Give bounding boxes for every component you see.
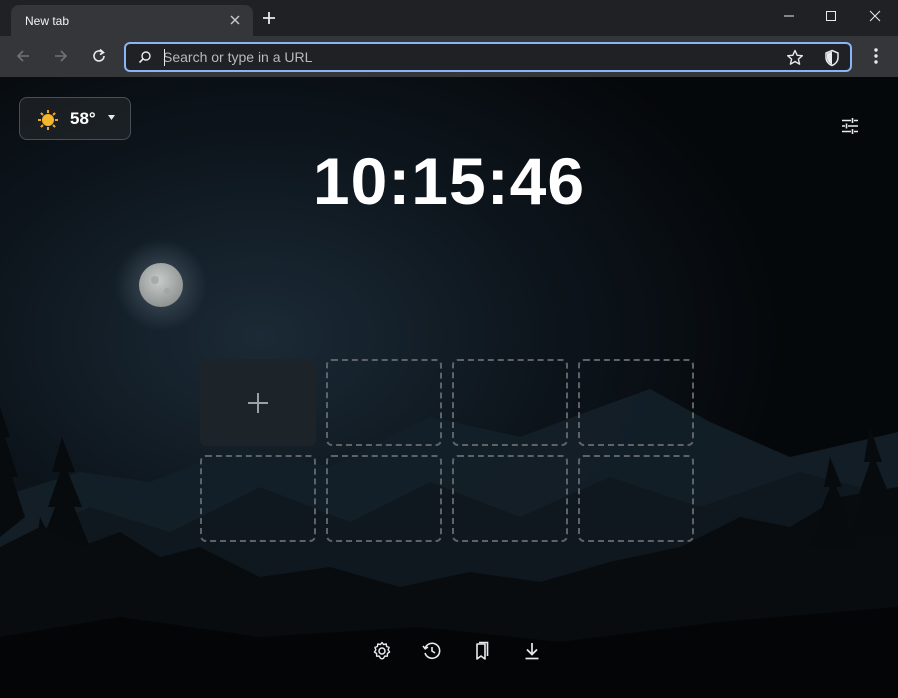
shortcut-tile-empty[interactable] <box>578 455 694 542</box>
shortcut-tile-empty[interactable] <box>578 359 694 446</box>
back-button[interactable] <box>11 44 35 68</box>
forward-button[interactable] <box>49 44 73 68</box>
search-input[interactable] <box>163 47 723 67</box>
clock: 10:15:46 <box>312 144 586 218</box>
bookmark-star-icon[interactable] <box>785 48 805 68</box>
shortcut-tile-empty[interactable] <box>326 455 442 542</box>
sliders-icon <box>842 118 858 134</box>
caret-down-icon <box>108 115 115 120</box>
new-tab-button[interactable] <box>260 9 278 27</box>
reload-icon <box>93 48 105 62</box>
moon <box>139 263 183 307</box>
shortcut-tile-empty[interactable] <box>452 455 568 542</box>
tab-close-icon[interactable] <box>227 12 243 28</box>
customize-button[interactable] <box>840 116 860 136</box>
text-caret <box>164 49 165 66</box>
reload-button[interactable] <box>87 44 111 68</box>
arrow-left-icon <box>16 50 29 62</box>
downloads-button[interactable] <box>521 640 543 662</box>
close-window-button[interactable] <box>852 0 898 32</box>
minimize-button[interactable] <box>766 0 812 32</box>
bookmarks-button[interactable] <box>471 640 493 662</box>
temperature: 58° <box>70 109 96 128</box>
maximize-button[interactable] <box>808 0 854 32</box>
download-icon <box>525 643 539 660</box>
shield-icon[interactable] <box>822 48 842 68</box>
tab-title: New tab <box>25 14 70 28</box>
settings-button[interactable] <box>371 640 393 662</box>
toolbar <box>0 36 898 78</box>
search-icon <box>138 51 151 64</box>
history-button[interactable] <box>421 640 443 662</box>
address-bar[interactable] <box>124 42 852 72</box>
arrow-right-icon <box>55 50 68 62</box>
tab-new-tab[interactable]: New tab <box>11 5 253 36</box>
history-icon <box>422 642 441 660</box>
new-tab-page: 58° 10:15:46 <box>0 77 898 698</box>
gear-icon <box>373 641 391 660</box>
shortcut-tile-empty[interactable] <box>200 455 316 542</box>
add-shortcut-tile[interactable] <box>200 359 316 446</box>
title-bar: New tab <box>0 0 898 36</box>
more-vertical-icon <box>874 48 878 64</box>
shortcut-tile-empty[interactable] <box>452 359 568 446</box>
bookmarks-icon <box>476 641 489 660</box>
menu-button[interactable] <box>866 44 886 68</box>
shortcut-tile-empty[interactable] <box>326 359 442 446</box>
plus-icon <box>248 393 268 413</box>
weather-widget[interactable]: 58° <box>19 97 131 140</box>
sun-icon <box>38 110 58 130</box>
